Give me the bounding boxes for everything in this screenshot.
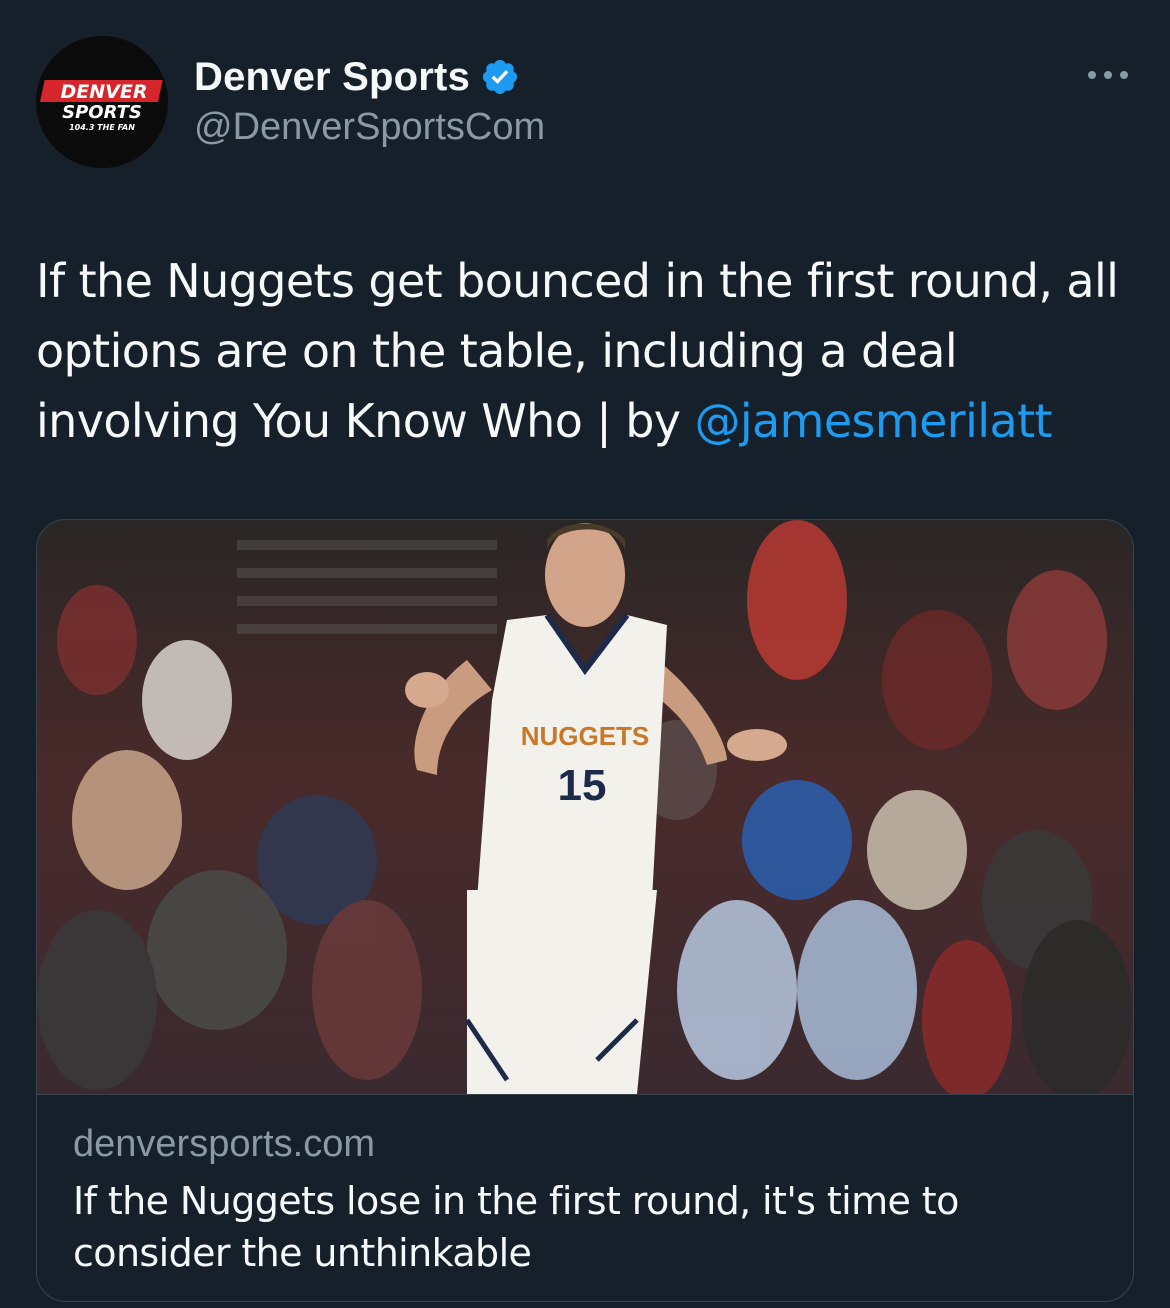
jersey-text: NUGGETS xyxy=(521,721,650,751)
avatar[interactable]: DENVER SPORTS 104.3 THE FAN xyxy=(36,36,168,168)
author-display-name[interactable]: Denver Sports xyxy=(194,55,470,100)
more-horizontal-icon[interactable] xyxy=(1084,60,1132,90)
tweet-text: If the Nuggets get bounced in the first … xyxy=(36,246,1136,456)
card-meta: denversports.com If the Nuggets lose in … xyxy=(37,1094,1133,1301)
card-domain: denversports.com xyxy=(73,1123,376,1165)
avatar-line-3: 104.3 THE FAN xyxy=(69,123,135,132)
tweet: DENVER SPORTS 104.3 THE FAN Denver Sport… xyxy=(0,0,1170,1308)
jersey-number: 15 xyxy=(558,761,607,810)
verified-badge-icon xyxy=(482,59,518,95)
link-card[interactable]: NUGGETS 15 denversports.com If the Nugge… xyxy=(36,519,1134,1302)
card-title[interactable]: If the Nuggets lose in the first round, … xyxy=(73,1175,1083,1279)
author-name-row: Denver Sports xyxy=(194,50,520,104)
author-handle[interactable]: @DenverSportsCom xyxy=(194,106,545,149)
mention-link[interactable]: @jamesmerilatt xyxy=(694,394,1052,448)
avatar-line-2: SPORTS xyxy=(62,102,142,123)
avatar-line-1: DENVER xyxy=(61,81,148,103)
card-image[interactable]: NUGGETS 15 xyxy=(37,520,1133,1094)
